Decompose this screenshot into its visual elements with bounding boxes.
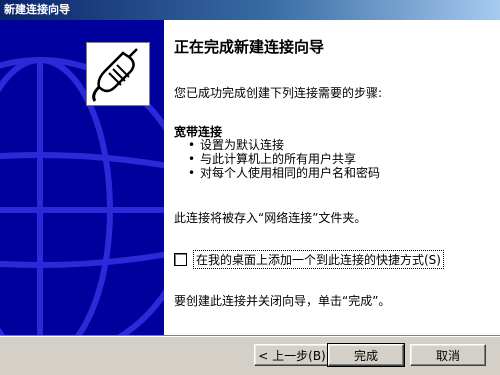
list-item: 与此计算机上的所有用户共享 [188,152,380,166]
separator [0,335,500,337]
window-title: 新建连接向导 [4,3,70,16]
list-item: 设置为默认连接 [188,138,380,152]
desktop-shortcut-label[interactable]: 在我的桌面上添加一个到此连接的快捷方式(S) [193,250,444,269]
list-item: 对每个人使用相同的用户名和密码 [188,166,380,180]
window-titlebar[interactable]: 新建连接向导 [0,0,500,20]
intro-text: 您已成功完成创建下列连接需要的步骤: [174,86,383,100]
finish-button[interactable]: 完成 [327,343,405,367]
cancel-button[interactable]: 取消 [410,344,486,366]
wizard-side-panel [0,20,164,335]
page-title: 正在完成新建连接向导 [174,38,325,56]
finish-instruction: 要创建此连接并关闭向导，单击“完成”。 [174,294,391,308]
wizard-content: 正在完成新建连接向导 您已成功完成创建下列连接需要的步骤: 宽带连接 设置为默认… [164,20,500,335]
folder-note: 此连接将被存入“网络连接”文件夹。 [174,211,367,225]
desktop-shortcut-checkbox[interactable] [174,253,187,266]
desktop-shortcut-option[interactable]: 在我的桌面上添加一个到此连接的快捷方式(S) [174,250,444,269]
steps-list: 设置为默认连接 与此计算机上的所有用户共享 对每个人使用相同的用户名和密码 [188,138,380,180]
network-cable-icon [86,42,150,106]
back-button[interactable]: < 上一步(B) [254,344,330,366]
